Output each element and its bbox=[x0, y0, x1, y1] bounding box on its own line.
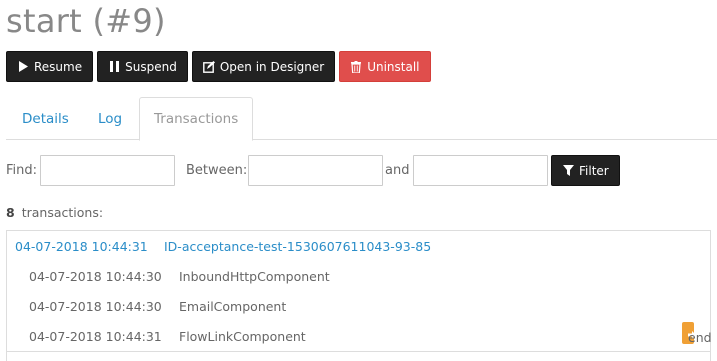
between-end-input[interactable] bbox=[413, 155, 548, 186]
transaction-count-number: 8 bbox=[6, 205, 15, 220]
end-badge-label: end bbox=[688, 330, 712, 345]
find-label: Find: bbox=[6, 163, 38, 178]
between-start-input[interactable] bbox=[248, 155, 383, 186]
page-title: start (#9) bbox=[6, 2, 166, 40]
uninstall-button-label: Uninstall bbox=[367, 59, 420, 74]
transaction-panel: 04-07-2018 10:44:31 ID-acceptance-test-1… bbox=[6, 230, 712, 361]
row-component: InboundHttpComponent bbox=[179, 269, 330, 284]
tab-transactions[interactable]: Transactions bbox=[139, 97, 254, 141]
transaction-count: 8 transactions: bbox=[6, 205, 103, 220]
tab-bar: Details Log Transactions bbox=[6, 97, 717, 141]
filter-icon bbox=[562, 165, 574, 177]
end-badge-button[interactable]: end bbox=[682, 322, 712, 345]
transaction-count-label: transactions: bbox=[21, 205, 104, 220]
find-input[interactable] bbox=[40, 155, 175, 186]
open-in-designer-label: Open in Designer bbox=[219, 59, 325, 74]
divider bbox=[7, 351, 710, 352]
trash-icon bbox=[350, 60, 362, 73]
uninstall-button[interactable]: Uninstall bbox=[339, 51, 431, 82]
suspend-button-label: Suspend bbox=[125, 59, 177, 74]
list-item: 04-07-2018 10:44:30 InboundHttpComponent bbox=[7, 261, 710, 291]
between-label: Between: bbox=[186, 163, 248, 178]
row-timestamp: 04-07-2018 10:44:31 bbox=[29, 329, 162, 344]
tab-log[interactable]: Log bbox=[84, 97, 136, 140]
transaction-id-link[interactable]: ID-acceptance-test-1530607611043-93-85 bbox=[164, 239, 431, 254]
filter-bar: Find: Between: and Filter bbox=[6, 155, 717, 186]
filter-button[interactable]: Filter bbox=[551, 155, 620, 186]
row-component: FlowLinkComponent bbox=[179, 329, 306, 344]
transaction-timestamp-link[interactable]: 04-07-2018 10:44:31 bbox=[15, 239, 148, 254]
list-item: 04-07-2018 10:44:30 EmailComponent bbox=[7, 291, 710, 321]
edit-icon bbox=[202, 60, 215, 73]
transaction-header[interactable]: 04-07-2018 10:44:31 ID-acceptance-test-1… bbox=[7, 231, 710, 261]
suspend-button[interactable]: Suspend bbox=[97, 51, 188, 82]
row-component: EmailComponent bbox=[179, 299, 287, 314]
resume-button-label: Resume bbox=[34, 59, 83, 74]
and-label: and bbox=[385, 163, 410, 178]
pause-icon bbox=[108, 61, 120, 73]
action-toolbar: Resume Suspend Open in Designer Uninstal… bbox=[6, 51, 431, 82]
list-item: 04-07-2018 10:44:31 FlowLinkComponent en… bbox=[7, 321, 712, 351]
tab-details[interactable]: Details bbox=[8, 97, 83, 140]
resume-button[interactable]: Resume bbox=[6, 51, 94, 82]
row-timestamp: 04-07-2018 10:44:30 bbox=[29, 269, 162, 284]
open-in-designer-button[interactable]: Open in Designer bbox=[191, 51, 336, 82]
filter-button-label: Filter bbox=[579, 163, 609, 178]
row-timestamp: 04-07-2018 10:44:30 bbox=[29, 299, 162, 314]
play-icon bbox=[17, 61, 29, 73]
